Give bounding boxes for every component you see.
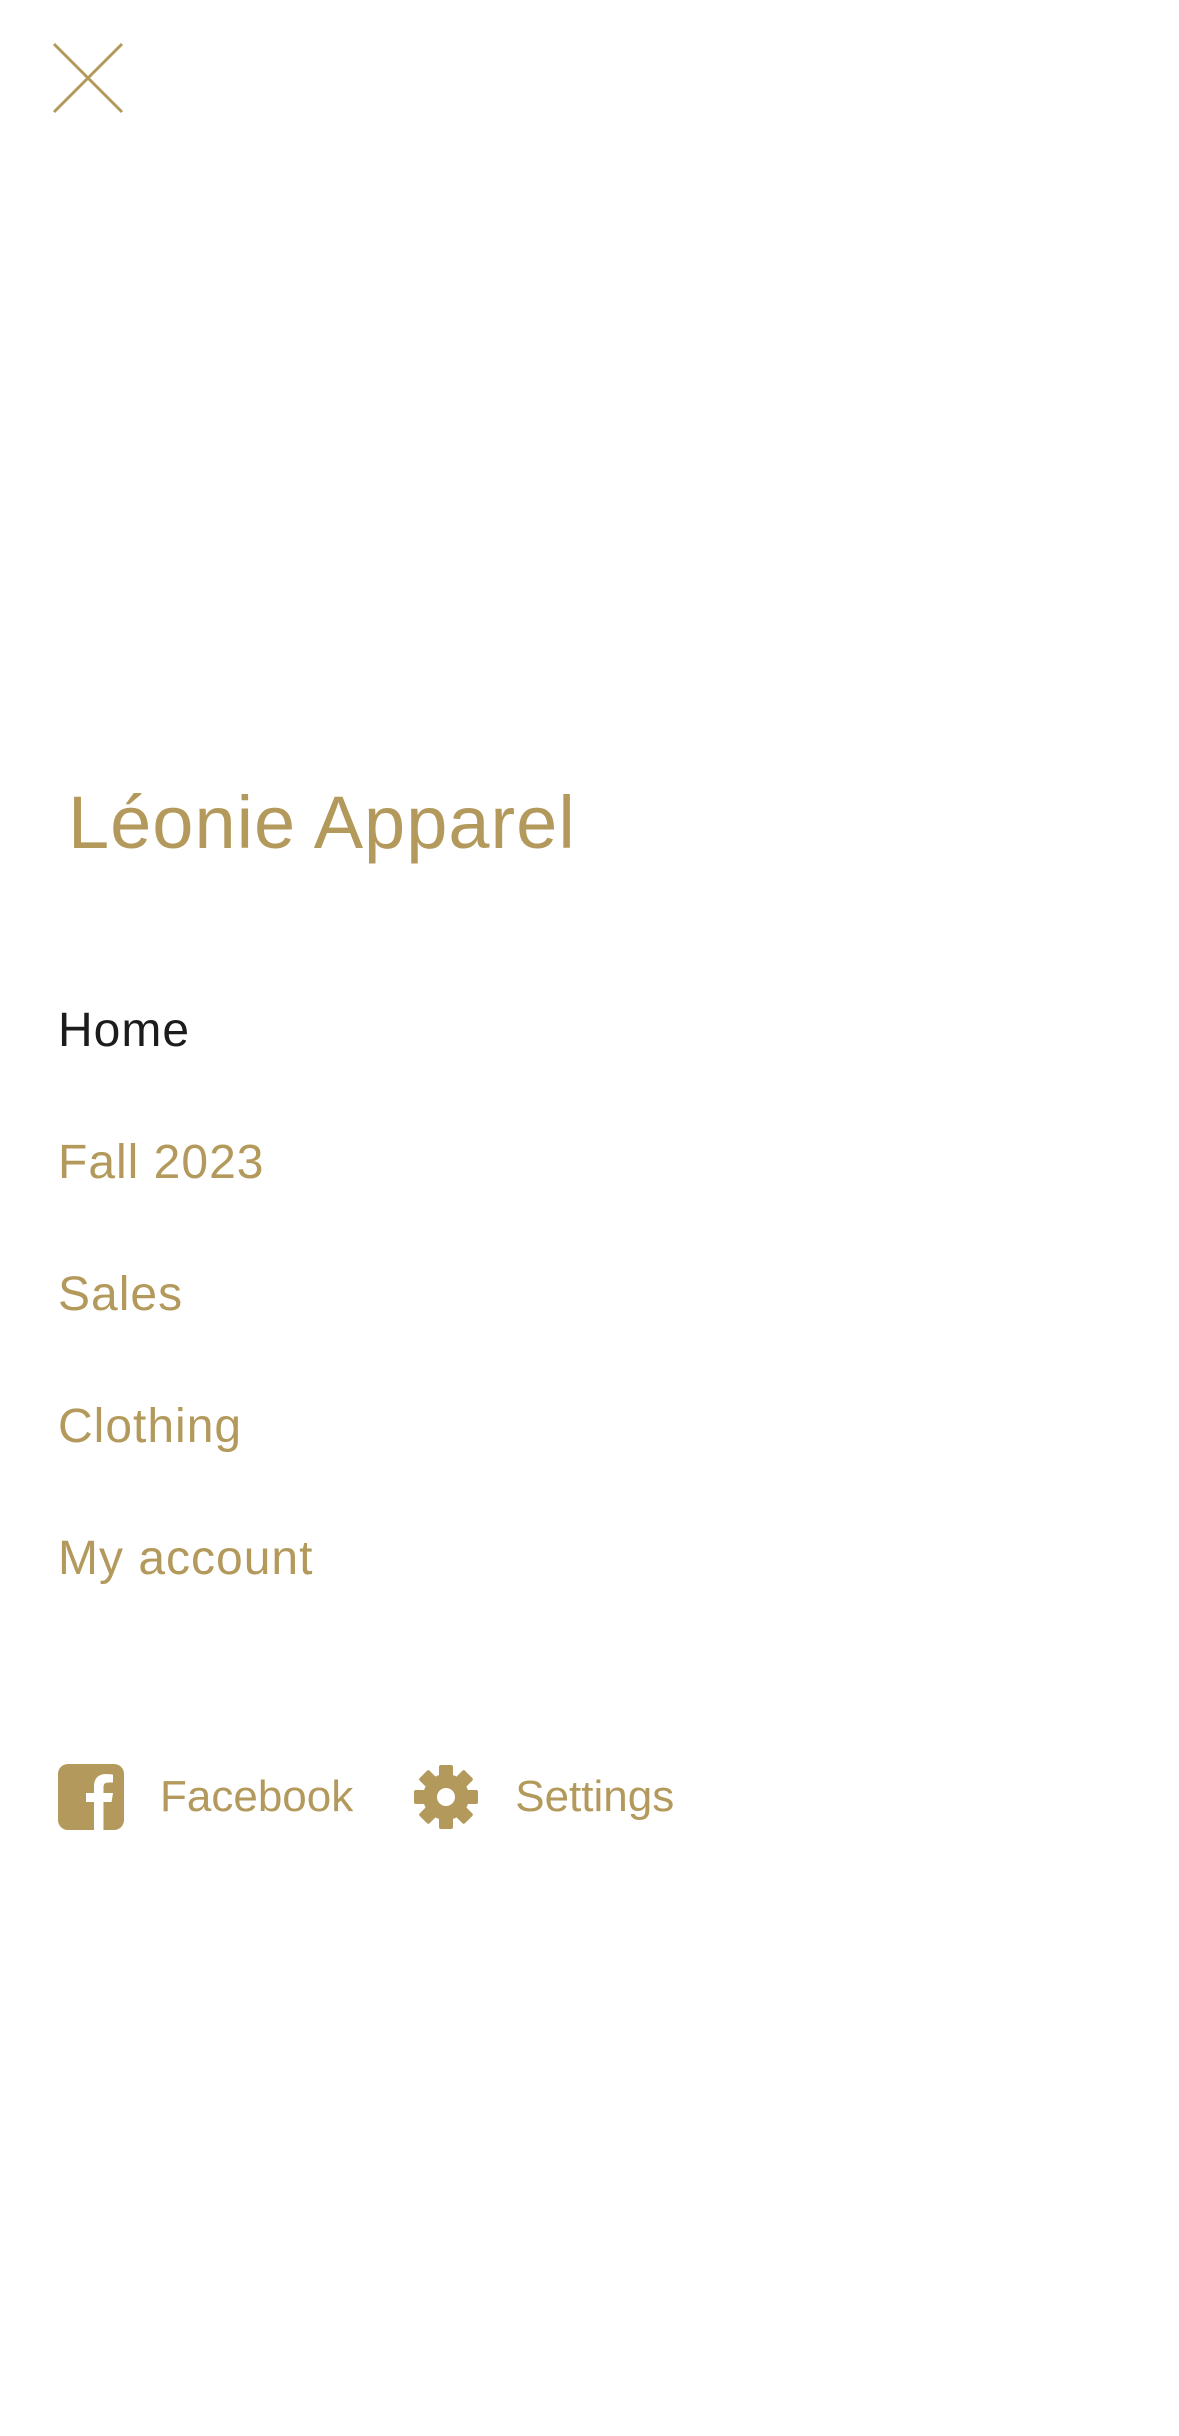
facebook-label: Facebook bbox=[160, 1772, 354, 1821]
menu-item-clothing[interactable]: Clothing bbox=[58, 1361, 313, 1493]
close-button[interactable] bbox=[48, 38, 128, 118]
footer-links: Facebook Settings bbox=[58, 1764, 674, 1830]
menu-item-fall-2023[interactable]: Fall 2023 bbox=[58, 1097, 313, 1229]
menu-item-sales[interactable]: Sales bbox=[58, 1229, 313, 1361]
brand-title: Léonie Apparel bbox=[68, 781, 576, 864]
settings-link[interactable]: Settings bbox=[413, 1764, 674, 1830]
nav-menu: Home Fall 2023 Sales Clothing My account bbox=[58, 965, 313, 1625]
facebook-icon bbox=[58, 1764, 124, 1830]
facebook-link[interactable]: Facebook bbox=[58, 1764, 353, 1830]
close-icon bbox=[52, 42, 124, 114]
settings-label: Settings bbox=[515, 1772, 675, 1821]
menu-item-home[interactable]: Home bbox=[58, 965, 313, 1097]
gear-icon bbox=[414, 1765, 479, 1829]
menu-item-my-account[interactable]: My account bbox=[58, 1493, 313, 1625]
